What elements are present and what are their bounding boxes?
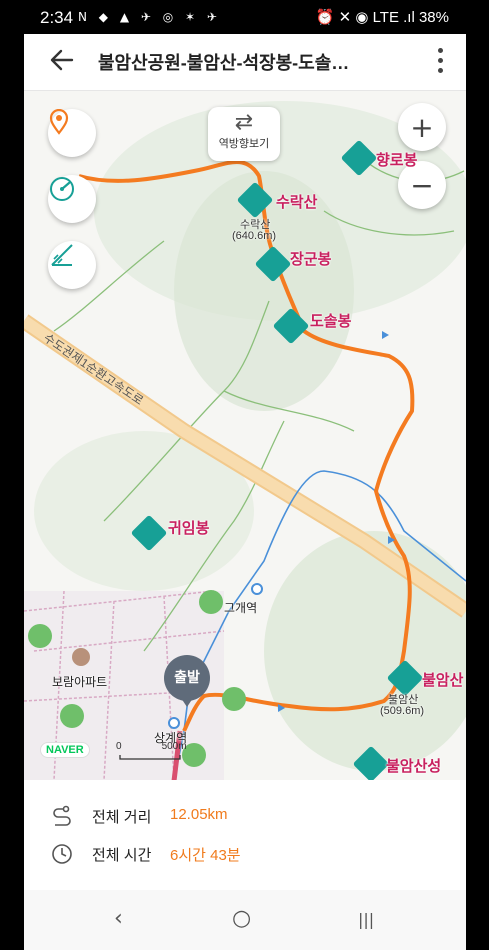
station-label[interactable]: 그개역 <box>224 599 257 616</box>
zoom-in-button[interactable]: + <box>398 103 446 151</box>
clock-icon <box>52 844 72 864</box>
dot-icon <box>438 48 443 53</box>
peak-label-buramsanseong[interactable]: 불암산성 <box>386 755 441 776</box>
app-screen: 불암산공원-불암산-석장봉-도솔… + − ⇄ 역방향보기 향로봉 수락산 수락… <box>24 34 466 890</box>
status-bar: 2:34 N ◆ ▲ ✈ ◎ ✶ ✈ ⏰ ✕ ◉ LTE .ıl 38% <box>0 0 489 34</box>
status-indicators: ⏰ ✕ ◉ LTE .ıl 38% <box>315 9 449 26</box>
distance-label: 전체 거리 <box>92 809 152 826</box>
swap-arrows-icon: ⇄ <box>234 110 254 135</box>
reverse-direction-label: 역방향보기 <box>218 138 270 150</box>
compass-icon <box>50 177 74 201</box>
minus-icon: − <box>410 168 434 202</box>
peak-label-hyangrobong[interactable]: 향로봉 <box>376 149 417 170</box>
back-button[interactable] <box>48 44 76 83</box>
peak-label-gwiimbong[interactable]: 귀임봉 <box>168 517 209 538</box>
dot-icon <box>438 68 443 73</box>
route-profile-button[interactable] <box>48 241 96 289</box>
map-view[interactable]: + − ⇄ 역방향보기 향로봉 수락산 수락산 (640.6m) 장군봉 도솔봉… <box>24 91 466 780</box>
arrow-left-icon <box>50 49 74 71</box>
my-location-button[interactable] <box>48 109 96 157</box>
notification-icons: N ◆ ▲ ✈ ◎ ✶ ✈ <box>78 10 221 24</box>
page-title: 불암산공원-불암산-석장봉-도솔… <box>98 53 350 73</box>
time-value: 6시간 43분 <box>170 847 241 864</box>
more-menu-button[interactable] <box>438 48 444 74</box>
route-summary: 전체 거리 12.05km 전체 시간 6시간 43분 <box>24 780 466 890</box>
system-nav-bar: ‹ ○ ||| <box>24 890 466 950</box>
dot-icon <box>438 58 443 63</box>
scale-zero: 0 <box>116 741 122 752</box>
compass-button[interactable] <box>48 175 96 223</box>
time-label: 전체 시간 <box>92 847 152 864</box>
app-bar: 불암산공원-불암산-석장봉-도솔… <box>24 34 466 91</box>
nav-back-button[interactable]: ‹ <box>114 906 123 931</box>
peak-label-dosolbong[interactable]: 도솔봉 <box>310 310 351 331</box>
scale-distance: 500m <box>161 741 187 752</box>
plus-icon: + <box>410 110 434 144</box>
peak-label-suraksan[interactable]: 수락산 <box>276 191 317 212</box>
status-time: 2:34 <box>40 8 74 27</box>
elevation-icon <box>51 244 73 266</box>
reverse-direction-button[interactable]: ⇄ 역방향보기 <box>208 107 280 161</box>
map-scale: 0 500m <box>116 741 187 752</box>
distance-value: 12.05km <box>170 806 228 823</box>
apartment-label[interactable]: 보람아파트 <box>52 673 107 690</box>
start-marker-tail <box>179 695 195 707</box>
nav-recents-button[interactable]: ||| <box>358 910 374 929</box>
location-pin-icon <box>49 109 69 135</box>
peak-elev-suraksan: (640.6m) <box>232 230 277 242</box>
route-icon <box>53 805 71 826</box>
naver-logo: NAVER <box>40 742 90 758</box>
peak-label-janggunbong[interactable]: 장군봉 <box>290 248 331 269</box>
peak-label-buramsan[interactable]: 불암산 <box>422 669 463 690</box>
nav-home-button[interactable]: ○ <box>232 906 251 931</box>
peak-elev-buramsan: (509.6m) <box>380 705 425 717</box>
